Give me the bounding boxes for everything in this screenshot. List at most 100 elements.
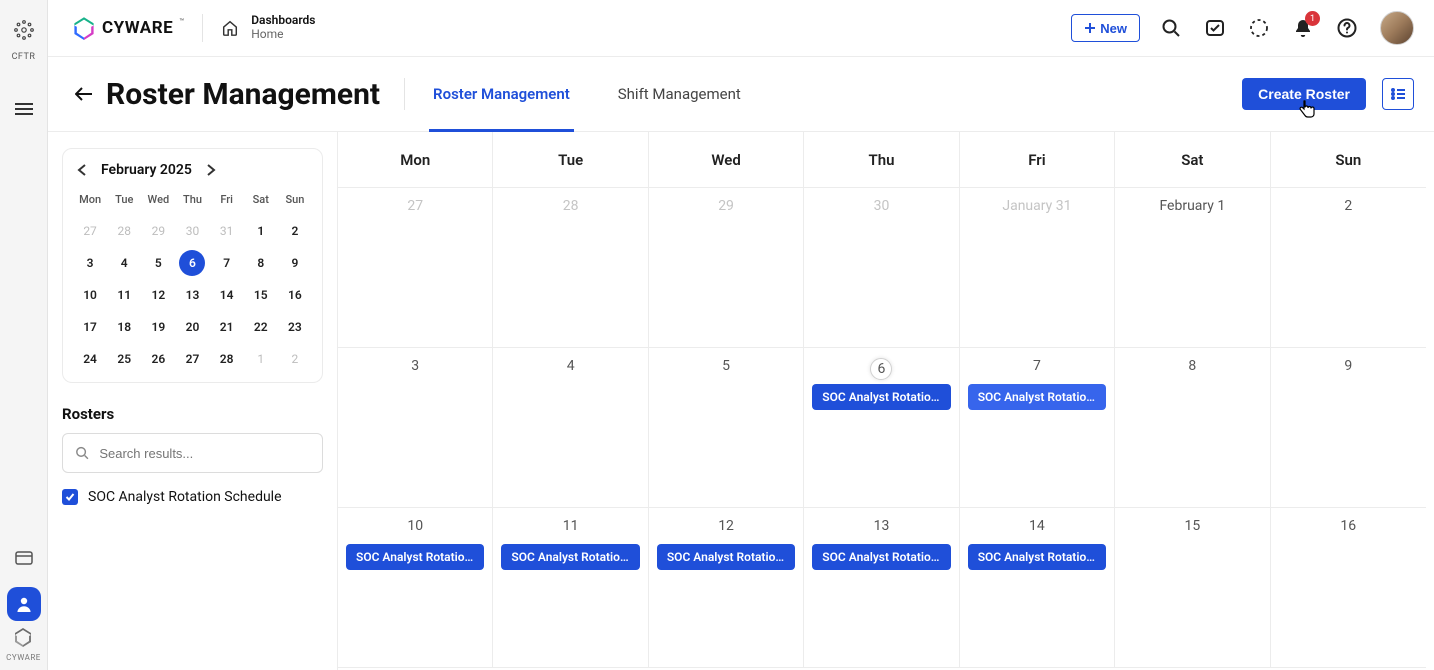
day-cell[interactable]: 16 xyxy=(1271,508,1426,667)
mini-cal-day[interactable]: 24 xyxy=(77,346,103,372)
home-icon[interactable] xyxy=(221,19,239,37)
notification-badge: 1 xyxy=(1305,11,1320,26)
brand-logo[interactable]: CYWARE ™ xyxy=(72,16,184,40)
day-cell[interactable]: 13SOC Analyst Rotatio… xyxy=(804,508,959,667)
next-month-icon[interactable] xyxy=(202,161,220,179)
day-cell[interactable]: 3 xyxy=(338,348,493,507)
mini-cal-day[interactable]: 2 xyxy=(282,218,308,244)
breadcrumb[interactable]: Dashboards Home xyxy=(251,14,315,42)
calendar-event[interactable]: SOC Analyst Rotatio… xyxy=(812,544,950,570)
mini-cal-day[interactable]: 21 xyxy=(214,314,240,340)
day-cell[interactable]: 2 xyxy=(1271,188,1426,347)
day-cell[interactable]: February 1 xyxy=(1115,188,1270,347)
day-cell[interactable]: 29 xyxy=(649,188,804,347)
roster-item[interactable]: SOC Analyst Rotation Schedule xyxy=(62,489,323,505)
roster-checkbox[interactable] xyxy=(62,489,78,505)
day-cell[interactable]: 8 xyxy=(1115,348,1270,507)
calendar-event[interactable]: SOC Analyst Rotatio… xyxy=(657,544,795,570)
cftr-icon[interactable] xyxy=(12,18,36,46)
rail-user-icon[interactable] xyxy=(7,587,41,621)
mini-cal-day[interactable]: 4 xyxy=(111,250,137,276)
mini-cal-day[interactable]: 6 xyxy=(179,250,205,276)
week-header-day: Thu xyxy=(804,132,959,187)
day-cell[interactable]: 28 xyxy=(493,188,648,347)
mini-cal-day[interactable]: 19 xyxy=(145,314,171,340)
mini-cal-day[interactable]: 29 xyxy=(145,218,171,244)
mini-cal-day[interactable]: 18 xyxy=(111,314,137,340)
mini-cal-day[interactable]: 11 xyxy=(111,282,137,308)
mini-cal-day[interactable]: 15 xyxy=(248,282,274,308)
calendar-event[interactable]: SOC Analyst Rotatio… xyxy=(346,544,484,570)
day-cell[interactable]: 14 SOC Analyst Rotatio… xyxy=(960,508,1115,667)
mini-cal-day[interactable]: 1 xyxy=(248,346,274,372)
day-cell[interactable]: 30 xyxy=(804,188,959,347)
roster-search-input[interactable] xyxy=(99,446,310,461)
mini-cal-day[interactable]: 2 xyxy=(282,346,308,372)
mini-cal-day[interactable]: 7 xyxy=(214,250,240,276)
mini-cal-day[interactable]: 22 xyxy=(248,314,274,340)
mini-cal-day[interactable]: 30 xyxy=(179,218,205,244)
mini-cal-day[interactable]: 12 xyxy=(145,282,171,308)
mini-cal-day[interactable]: 28 xyxy=(214,346,240,372)
mini-cal-day[interactable]: 5 xyxy=(145,250,171,276)
avatar[interactable] xyxy=(1380,11,1414,45)
day-cell[interactable]: 5 xyxy=(649,348,804,507)
day-cell[interactable]: January 31 xyxy=(960,188,1115,347)
mini-cal-day[interactable]: 8 xyxy=(248,250,274,276)
day-full-label: February 1 xyxy=(1123,198,1261,214)
mini-cal-day[interactable]: 10 xyxy=(77,282,103,308)
day-cell[interactable]: 11SOC Analyst Rotatio… xyxy=(493,508,648,667)
day-number: 4 xyxy=(567,358,575,374)
mini-cal-day[interactable]: 27 xyxy=(179,346,205,372)
mini-cal-day[interactable]: 14 xyxy=(214,282,240,308)
create-roster-button[interactable]: Create Roster xyxy=(1242,78,1366,110)
calendar-event[interactable]: SOC Analyst Rotatio… xyxy=(968,384,1106,410)
cyware-logo-icon xyxy=(72,16,96,40)
cyware-rail-icon[interactable] xyxy=(13,627,33,651)
help-icon[interactable] xyxy=(1336,17,1358,39)
day-number: 28 xyxy=(563,198,579,214)
mini-cal-day[interactable]: 28 xyxy=(111,218,137,244)
notifications-icon[interactable]: 1 xyxy=(1292,17,1314,39)
roster-search[interactable] xyxy=(62,433,323,473)
day-cell[interactable]: 15 xyxy=(1115,508,1270,667)
mini-cal-day[interactable]: 27 xyxy=(77,218,103,244)
rail-card-icon[interactable] xyxy=(7,541,41,575)
day-number: 14 xyxy=(1029,518,1045,534)
day-cell[interactable]: 4 xyxy=(493,348,648,507)
calendar-event[interactable]: SOC Analyst Rotatio… xyxy=(501,544,639,570)
day-cell[interactable]: 27 xyxy=(338,188,493,347)
mini-cal-day[interactable]: 13 xyxy=(179,282,205,308)
back-icon[interactable] xyxy=(72,82,96,106)
week-header-day: Tue xyxy=(493,132,648,187)
day-cell[interactable]: 9 xyxy=(1271,348,1426,507)
calendar-event[interactable]: SOC Analyst Rotatio… xyxy=(968,544,1106,570)
day-cell[interactable]: 6SOC Analyst Rotatio… xyxy=(804,348,959,507)
week-header-day: Fri xyxy=(960,132,1115,187)
mini-cal-day[interactable]: 26 xyxy=(145,346,171,372)
tasks-icon[interactable] xyxy=(1204,17,1226,39)
list-view-toggle[interactable] xyxy=(1382,78,1414,110)
mini-cal-day[interactable]: 25 xyxy=(111,346,137,372)
activity-icon[interactable] xyxy=(1248,17,1270,39)
mini-cal-day[interactable]: 3 xyxy=(77,250,103,276)
mini-cal-day[interactable]: 31 xyxy=(214,218,240,244)
mini-cal-day[interactable]: 17 xyxy=(77,314,103,340)
day-cell[interactable]: 10SOC Analyst Rotatio… xyxy=(338,508,493,667)
mini-cal-day[interactable]: 23 xyxy=(282,314,308,340)
search-icon[interactable] xyxy=(1160,17,1182,39)
mini-cal-day[interactable]: 16 xyxy=(282,282,308,308)
mini-cal-day[interactable]: 1 xyxy=(248,218,274,244)
cyware-rail-label: CYWARE xyxy=(6,653,41,662)
day-cell[interactable]: 7SOC Analyst Rotatio… xyxy=(960,348,1115,507)
rail-menu-icon[interactable] xyxy=(7,92,41,126)
new-button[interactable]: New xyxy=(1071,14,1140,42)
day-number: 12 xyxy=(718,518,734,534)
tab-roster-management[interactable]: Roster Management xyxy=(429,58,574,132)
mini-cal-day[interactable]: 9 xyxy=(282,250,308,276)
mini-cal-day[interactable]: 20 xyxy=(179,314,205,340)
day-cell[interactable]: 12 SOC Analyst Rotatio… xyxy=(649,508,804,667)
tab-shift-management[interactable]: Shift Management xyxy=(614,58,745,132)
prev-month-icon[interactable] xyxy=(73,161,91,179)
calendar-event[interactable]: SOC Analyst Rotatio… xyxy=(812,384,950,410)
